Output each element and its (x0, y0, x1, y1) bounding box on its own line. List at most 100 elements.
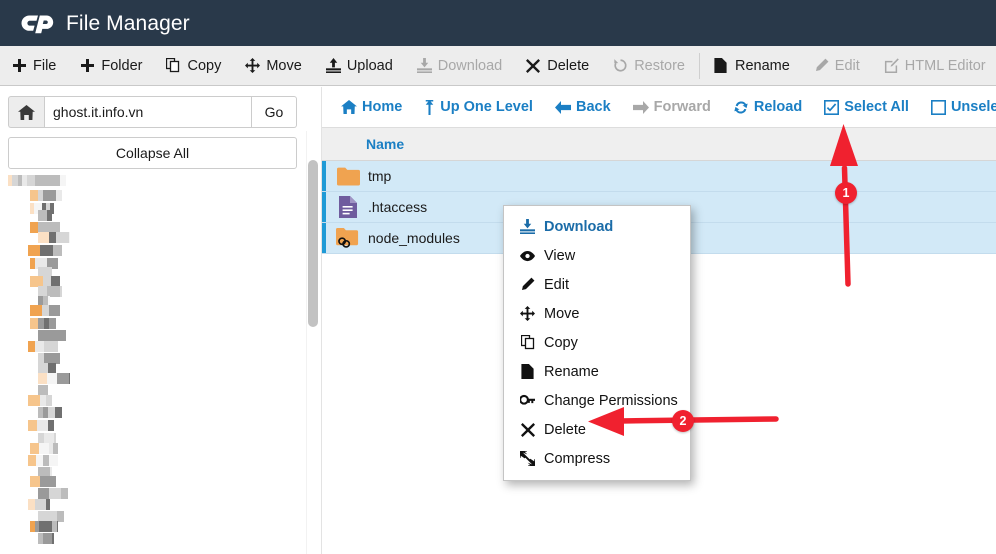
move-icon (245, 58, 260, 73)
sidebar-scrollbar-thumb[interactable] (308, 160, 318, 327)
toolbar-divider (699, 53, 700, 79)
toolbar-button-edit: Edit (802, 46, 872, 86)
nav-home[interactable]: Home (330, 87, 413, 128)
context-menu-item-change-permissions[interactable]: Change Permissions (504, 386, 690, 415)
toolbar-label-upload: Upload (347, 58, 393, 74)
collapse-all-button[interactable]: Collapse All (8, 137, 297, 169)
column-header-name[interactable]: Name (366, 136, 404, 152)
file-name: node_modules (368, 230, 460, 246)
context-menu-label-move: Move (544, 306, 579, 322)
toolbar-label-move: Move (266, 58, 301, 74)
toolbar-button-html-editor: HTML Editor (872, 46, 996, 86)
pencil-icon (520, 277, 535, 292)
table-row[interactable]: tmp (322, 161, 996, 192)
toolbar-label-rename: Rename (735, 58, 790, 74)
document-icon (336, 196, 360, 218)
go-button[interactable]: Go (252, 96, 297, 128)
toolbar-button-copy[interactable]: Copy (154, 46, 233, 86)
context-menu: Download View Edit Move Copy Rename Chan… (503, 205, 691, 481)
file-manager-app: File Manager File Folder Copy Move Uploa… (0, 0, 996, 554)
annotation-badge-2: 2 (672, 410, 694, 432)
file-name: .htaccess (368, 199, 427, 215)
toolbar-button-rename[interactable]: Rename (702, 46, 802, 86)
context-menu-item-view[interactable]: View (504, 241, 690, 270)
nav-label-home: Home (362, 99, 402, 115)
key-icon (520, 393, 535, 408)
nav-label-select-all: Select All (844, 99, 909, 115)
context-menu-item-delete[interactable]: Delete (504, 415, 690, 444)
file-icon (714, 58, 729, 73)
toolbar-button-folder[interactable]: Folder (68, 46, 154, 86)
context-menu-label-rename: Rename (544, 364, 599, 380)
toolbar-label-delete: Delete (547, 58, 589, 74)
context-menu-item-download[interactable]: Download (504, 212, 690, 241)
annotation-badge-1: 1 (835, 182, 857, 204)
toolbar-button-download: Download (405, 46, 515, 86)
sidebar-pane: Go Collapse All (0, 87, 305, 554)
action-toolbar: File Folder Copy Move Upload Download De… (0, 46, 996, 86)
row-selected-indicator (322, 161, 326, 191)
nav-reload[interactable]: Reload (722, 87, 813, 128)
context-menu-item-rename[interactable]: Rename (504, 357, 690, 386)
toolbar-label-restore: Restore (634, 58, 685, 74)
toolbar-label-folder: Folder (101, 58, 142, 74)
path-input[interactable] (44, 96, 252, 128)
toolbar-label-download: Download (438, 58, 503, 74)
context-menu-label-compress: Compress (544, 451, 610, 467)
reload-icon (733, 100, 749, 115)
compress-icon (520, 451, 535, 466)
app-header: File Manager (0, 0, 996, 46)
move-icon (520, 306, 535, 321)
plus-icon (80, 58, 95, 73)
arrow-right-icon (633, 101, 649, 114)
context-menu-item-compress[interactable]: Compress (504, 444, 690, 473)
pencil-icon (814, 58, 829, 73)
html-editor-icon (884, 58, 899, 73)
directory-tree-redacted[interactable] (0, 175, 300, 554)
context-menu-item-edit[interactable]: Edit (504, 270, 690, 299)
context-menu-label-edit: Edit (544, 277, 569, 293)
context-menu-item-copy[interactable]: Copy (504, 328, 690, 357)
file-table-header: Name (322, 128, 996, 161)
plus-icon (12, 58, 27, 73)
nav-select-all[interactable]: Select All (813, 87, 920, 128)
file-name: tmp (368, 168, 391, 184)
nav-unselect-all[interactable]: Unselect All (920, 87, 996, 128)
eye-icon (520, 250, 535, 262)
checkbox-empty-icon (931, 100, 946, 115)
toolbar-button-upload[interactable]: Upload (314, 46, 405, 86)
home-icon[interactable] (8, 96, 44, 128)
nav-label-unselect-all: Unselect All (951, 99, 996, 115)
nav-back[interactable]: Back (544, 87, 622, 128)
file-icon (520, 364, 535, 379)
up-arrow-icon (424, 100, 435, 115)
download-icon (520, 219, 535, 234)
nav-label-reload: Reload (754, 99, 802, 115)
context-menu-label-copy: Copy (544, 335, 578, 351)
row-selected-indicator (322, 223, 326, 253)
folder-symlink-icon (336, 227, 360, 249)
context-menu-item-move[interactable]: Move (504, 299, 690, 328)
download-icon (417, 58, 432, 73)
file-navigation-bar: Home Up One Level Back Forward Reload Se… (322, 87, 996, 128)
path-navigation-row: Go (8, 96, 297, 128)
arrow-left-icon (555, 101, 571, 114)
folder-icon (336, 165, 360, 187)
upload-icon (326, 58, 341, 73)
cpanel-logo-icon (14, 8, 58, 38)
toolbar-button-delete[interactable]: Delete (514, 46, 601, 86)
context-menu-label-delete: Delete (544, 422, 586, 438)
nav-up-one-level[interactable]: Up One Level (413, 87, 544, 128)
copy-icon (166, 58, 181, 73)
x-icon (520, 423, 535, 437)
toolbar-button-file[interactable]: File (0, 46, 68, 86)
nav-forward: Forward (622, 87, 722, 128)
nav-label-forward: Forward (654, 99, 711, 115)
context-menu-label-download: Download (544, 219, 613, 235)
nav-label-back: Back (576, 99, 611, 115)
row-selected-indicator (322, 192, 326, 222)
toolbar-button-move[interactable]: Move (233, 46, 313, 86)
toolbar-label-html-editor: HTML Editor (905, 58, 986, 74)
restore-icon (613, 58, 628, 73)
checkbox-checked-icon (824, 100, 839, 115)
